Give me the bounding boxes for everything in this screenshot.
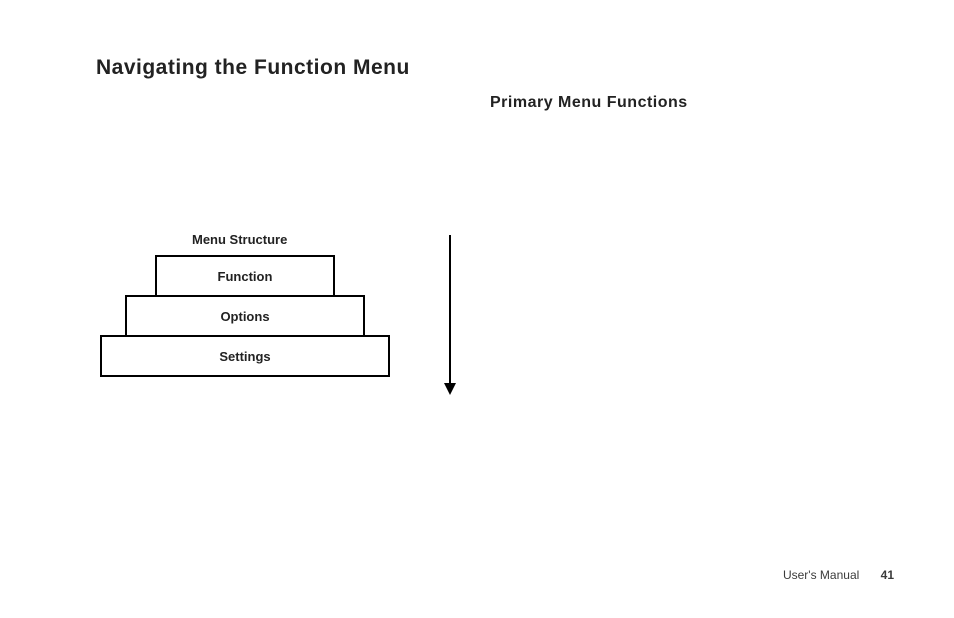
menu-structure-diagram: Function Options Settings bbox=[100, 255, 390, 377]
page-number: 41 bbox=[881, 568, 894, 582]
page-footer: User's Manual 41 bbox=[783, 568, 894, 582]
tier-options: Options bbox=[125, 295, 365, 337]
section-subheading: Primary Menu Functions bbox=[490, 94, 688, 112]
down-arrow-icon bbox=[440, 235, 460, 400]
tier-function: Function bbox=[155, 255, 335, 297]
footer-label: User's Manual bbox=[783, 568, 859, 582]
tier-settings: Settings bbox=[100, 335, 390, 377]
manual-page: Navigating the Function Menu Primary Men… bbox=[0, 0, 954, 618]
diagram-label: Menu Structure bbox=[192, 232, 287, 247]
page-heading: Navigating the Function Menu bbox=[96, 56, 410, 80]
